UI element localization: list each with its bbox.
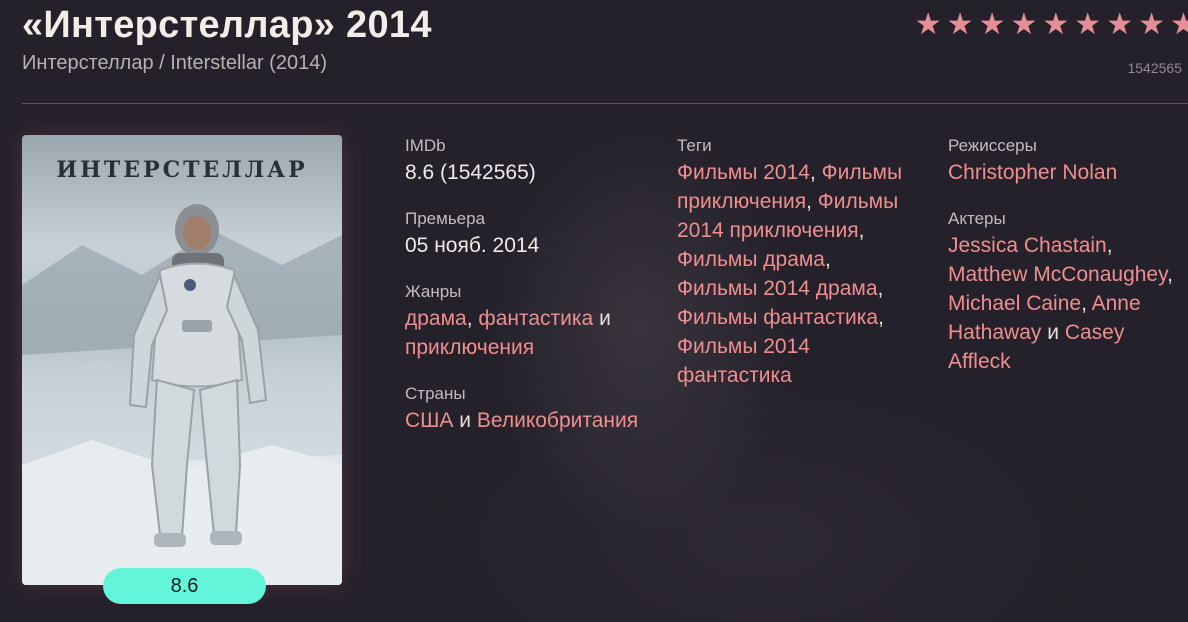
- director-link[interactable]: Christopher Nolan: [948, 161, 1117, 184]
- divider: [22, 103, 1188, 104]
- genres-value: драма, фантастика и приключения: [405, 307, 611, 359]
- star-icon[interactable]: ★: [1042, 10, 1069, 40]
- actor-link[interactable]: Jessica Chastain: [948, 234, 1107, 257]
- star-rating[interactable]: ★ ★ ★ ★ ★ ★ ★ ★ ★: [915, 10, 1188, 40]
- tag-link[interactable]: Фильмы фантастика: [677, 306, 878, 329]
- tag-link[interactable]: Фильмы драма: [677, 248, 825, 271]
- tag-link[interactable]: Фильмы 2014: [677, 161, 810, 184]
- countries-field: Страны США и Великобритания: [405, 382, 655, 435]
- details-column-2: Теги Фильмы 2014, Фильмы приключения, Фи…: [677, 134, 917, 410]
- directors-field: Режиссеры Christopher Nolan: [948, 134, 1183, 187]
- tags-value: Фильмы 2014, Фильмы приключения, Фильмы …: [677, 161, 903, 387]
- star-icon[interactable]: ★: [1106, 10, 1133, 40]
- page-header: «Интерстеллар» 2014 Интерстеллар / Inter…: [22, 0, 1188, 104]
- premiere-label: Премьера: [405, 209, 486, 228]
- star-icon[interactable]: ★: [1010, 10, 1037, 40]
- genre-link[interactable]: драма: [405, 307, 467, 330]
- premiere-field: Премьера 05 нояб. 2014: [405, 207, 655, 260]
- genres-label: Жанры: [405, 282, 462, 301]
- rating-badge: 8.6: [103, 568, 266, 604]
- details-column-1: IMDb 8.6 (1542565) Премьера 05 нояб. 201…: [405, 134, 655, 455]
- actors-label: Актеры: [948, 209, 1006, 228]
- country-link[interactable]: США: [405, 409, 453, 432]
- genre-link[interactable]: фантастика: [478, 307, 593, 330]
- poster-image: [22, 204, 342, 585]
- movie-poster[interactable]: ИНТЕРСТЕЛЛАР: [22, 135, 342, 585]
- votes-count: 1542565: [1127, 60, 1182, 76]
- imdb-value: 8.6 (1542565): [405, 161, 536, 184]
- page-title: «Интерстеллар» 2014: [22, 4, 432, 46]
- star-icon[interactable]: ★: [947, 10, 974, 40]
- countries-value: США и Великобритания: [405, 409, 639, 432]
- poster-title: ИНТЕРСТЕЛЛАР: [56, 157, 308, 183]
- genre-link[interactable]: приключения: [405, 336, 534, 359]
- tag-link[interactable]: Фильмы 2014 фантастика: [677, 335, 810, 387]
- genres-field: Жанры драма, фантастика и приключения: [405, 280, 655, 362]
- star-icon[interactable]: ★: [1170, 10, 1188, 40]
- directors-value: Christopher Nolan: [948, 158, 1183, 187]
- imdb-label: IMDb: [405, 136, 446, 155]
- actor-link[interactable]: Michael Caine: [948, 292, 1081, 315]
- page-subtitle: Интерстеллар / Interstellar (2014): [22, 52, 327, 74]
- tag-link[interactable]: Фильмы 2014 драма: [677, 277, 878, 300]
- actor-link[interactable]: Matthew McConaughey: [948, 263, 1167, 286]
- imdb-field: IMDb 8.6 (1542565): [405, 134, 655, 187]
- star-icon[interactable]: ★: [979, 10, 1006, 40]
- star-icon[interactable]: ★: [1138, 10, 1165, 40]
- details-column-3: Режиссеры Christopher Nolan Актеры Jessi…: [948, 134, 1183, 396]
- premiere-value: 05 нояб. 2014: [405, 234, 540, 257]
- actors-field: Актеры Jessica Chastain, Matthew McConau…: [948, 207, 1183, 376]
- tags-label: Теги: [677, 136, 712, 155]
- countries-label: Страны: [405, 384, 466, 403]
- star-icon[interactable]: ★: [1074, 10, 1101, 40]
- directors-label: Режиссеры: [948, 136, 1037, 155]
- actors-value: Jessica Chastain, Matthew McConaughey, M…: [948, 234, 1173, 373]
- country-link[interactable]: Великобритания: [477, 409, 638, 432]
- star-icon[interactable]: ★: [915, 10, 942, 40]
- tags-field: Теги Фильмы 2014, Фильмы приключения, Фи…: [677, 134, 917, 390]
